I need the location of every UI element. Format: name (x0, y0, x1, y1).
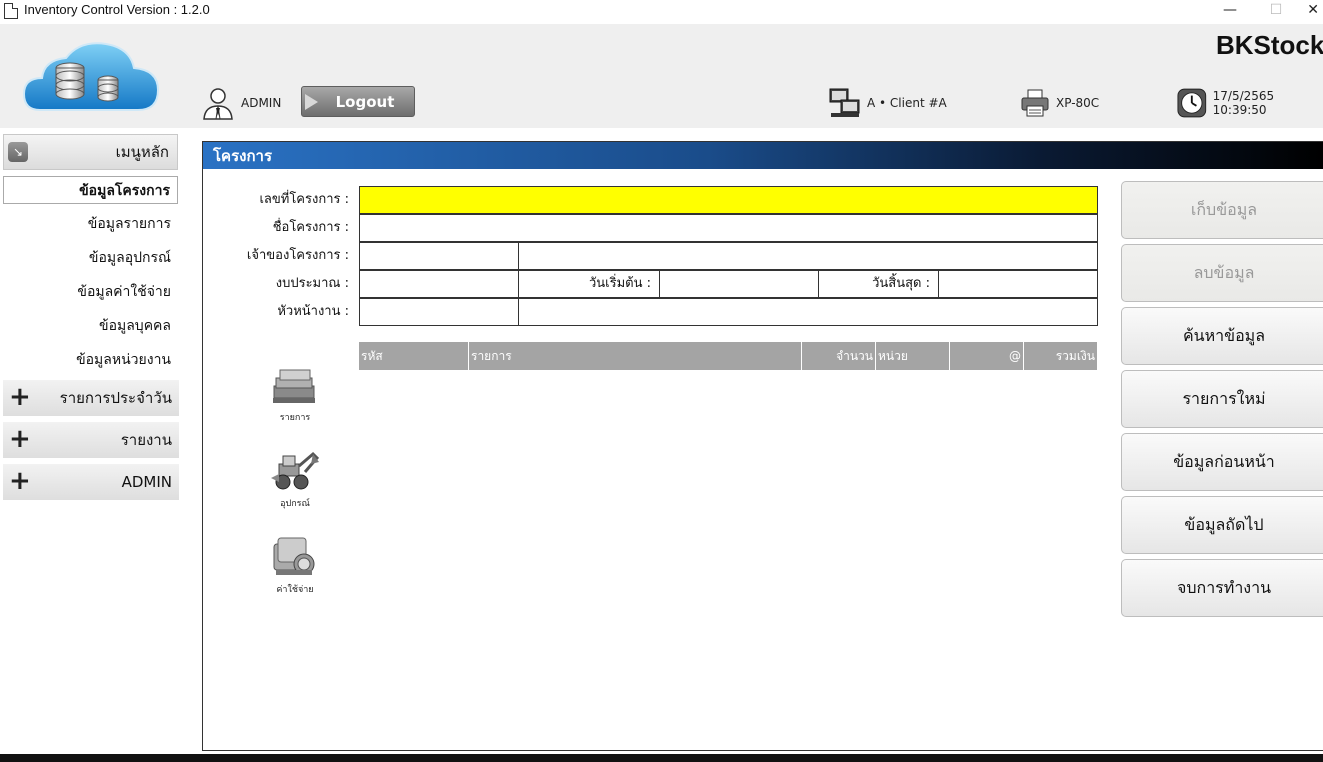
budget-input[interactable] (359, 270, 519, 298)
end-date-label-cell: วันสิ้นสุด : (818, 270, 939, 298)
project-name-input[interactable] (359, 214, 1098, 242)
start-date-label-cell: วันเริ่มต้น : (518, 270, 660, 298)
printer-info: XP-80C (1020, 86, 1099, 120)
supervisor-code-input[interactable] (359, 298, 519, 326)
end-date-input[interactable] (938, 270, 1098, 298)
col-price[interactable]: @ (950, 342, 1024, 370)
printer-icon (1021, 89, 1049, 117)
equipment-icon (271, 451, 320, 490)
col-total[interactable]: รวมเงิน (1024, 342, 1097, 370)
delete-button[interactable]: ลบข้อมูล (1121, 244, 1323, 302)
owner-label: เจ้าของโครงการ : (246, 248, 349, 263)
plus-icon: + (9, 466, 31, 496)
sidebar-group-daily[interactable]: + รายการประจำวัน (3, 380, 179, 416)
datetime-info: 17/5/2565 10:39:50 (1177, 86, 1323, 120)
sidebar-group-admin[interactable]: + ADMIN (3, 464, 179, 500)
app-document-icon (4, 3, 18, 19)
user-info: ADMIN (201, 86, 281, 120)
group-label: รายการประจำวัน (59, 389, 172, 407)
sidebar-item-persons[interactable]: ข้อมูลบุคคล (3, 312, 178, 340)
sidebar: ↘ เมนูหลัก ข้อมูลโครงการ ข้อมูลรายการ ข้… (0, 128, 200, 758)
col-qty[interactable]: จำนวน (802, 342, 876, 370)
start-date-input[interactable] (659, 270, 819, 298)
window-title: Inventory Control Version : 1.2.0 (24, 2, 210, 17)
exit-button[interactable]: จบการทำงาน (1121, 559, 1323, 617)
items-shortcut[interactable]: รายการ (265, 364, 325, 424)
bottom-border (0, 754, 1323, 762)
owner-name-input[interactable] (518, 242, 1098, 270)
project-panel: โครงการ เลขที่โครงการ : ชื่อโครงการ : เจ… (202, 141, 1323, 751)
clock-icon (1177, 88, 1207, 118)
arrow-down-right-icon: ↘ (8, 142, 28, 162)
expense-icon (273, 537, 315, 575)
previous-record-button[interactable]: ข้อมูลก่อนหน้า (1121, 433, 1323, 491)
sidebar-item-items[interactable]: ข้อมูลรายการ (3, 210, 178, 238)
plus-icon: + (9, 424, 31, 454)
main-menu-label: เมนูหลัก (115, 143, 169, 161)
sidebar-item-expenses[interactable]: ข้อมูลค่าใช้จ่าย (3, 278, 178, 306)
client-info: A • Client #A (829, 86, 947, 120)
group-label: รายงาน (120, 431, 172, 449)
username-label: ADMIN (241, 96, 282, 110)
col-item[interactable]: รายการ (469, 342, 802, 370)
panel-title: โครงการ (203, 142, 1323, 169)
new-record-button[interactable]: รายการใหม่ (1121, 370, 1323, 428)
plus-icon: + (9, 382, 31, 412)
logout-button[interactable]: Logout (301, 86, 415, 117)
sidebar-item-departments[interactable]: ข้อมูลหน่วยงาน (3, 346, 178, 374)
project-no-label: เลขที่โครงการ : (259, 192, 349, 207)
owner-code-input[interactable] (359, 242, 519, 270)
col-code[interactable]: รหัส (359, 342, 469, 370)
sidebar-group-reports[interactable]: + รายงาน (3, 422, 179, 458)
network-computers-icon (829, 88, 860, 117)
expense-shortcut-label: ค่าใช้จ่าย (276, 585, 314, 595)
sidebar-item-project[interactable]: ข้อมูลโครงการ (3, 176, 178, 204)
cloud-database-logo-icon (22, 42, 160, 111)
items-shortcut-label: รายการ (279, 413, 311, 423)
end-date-label: วันสิ้นสุด : (872, 276, 930, 291)
col-unit[interactable]: หน่วย (876, 342, 950, 370)
brand-title: BKStock (1216, 30, 1323, 60)
equipment-shortcut[interactable]: อุปกรณ์ (265, 448, 325, 510)
save-button[interactable]: เก็บข้อมูล (1121, 181, 1323, 239)
project-name-label: ชื่อโครงการ : (272, 220, 349, 235)
printer-label: XP-80C (1056, 96, 1100, 110)
logout-label: Logout (335, 92, 395, 111)
client-label: A • Client #A (867, 96, 947, 110)
equipment-shortcut-label: อุปกรณ์ (280, 499, 310, 509)
group-label: ADMIN (121, 473, 172, 491)
close-button[interactable]: ✕ (1297, 0, 1323, 22)
search-button[interactable]: ค้นหาข้อมูล (1121, 307, 1323, 365)
start-date-label: วันเริ่มต้น : (588, 276, 651, 291)
supervisor-name-input[interactable] (518, 298, 1098, 326)
supervisor-label: หัวหน้างาน : (277, 304, 349, 319)
play-arrow-icon (305, 94, 318, 110)
next-record-button[interactable]: ข้อมูลถัดไป (1121, 496, 1323, 554)
minimize-button[interactable]: — (1207, 0, 1253, 22)
window-titlebar: Inventory Control Version : 1.2.0 — ☐ ✕ (0, 0, 1323, 24)
app-header: BKStock ADMIN Logout A • Client #A XP-80… (0, 24, 1323, 128)
items-grid-header: รหัส รายการ จำนวน หน่วย @ รวมเงิน (359, 342, 1097, 370)
items-icon (273, 369, 315, 403)
main-menu-header[interactable]: ↘ เมนูหลัก (3, 134, 178, 170)
maximize-button[interactable]: ☐ (1253, 0, 1299, 22)
user-icon (203, 88, 233, 120)
sidebar-item-equipment[interactable]: ข้อมูลอุปกรณ์ (3, 244, 178, 272)
budget-label: งบประมาณ : (275, 276, 349, 291)
expense-shortcut[interactable]: ค่าใช้จ่าย (265, 534, 325, 596)
project-no-input[interactable] (359, 186, 1098, 214)
datetime-label: 17/5/2565 10:39:50 (1212, 89, 1275, 117)
